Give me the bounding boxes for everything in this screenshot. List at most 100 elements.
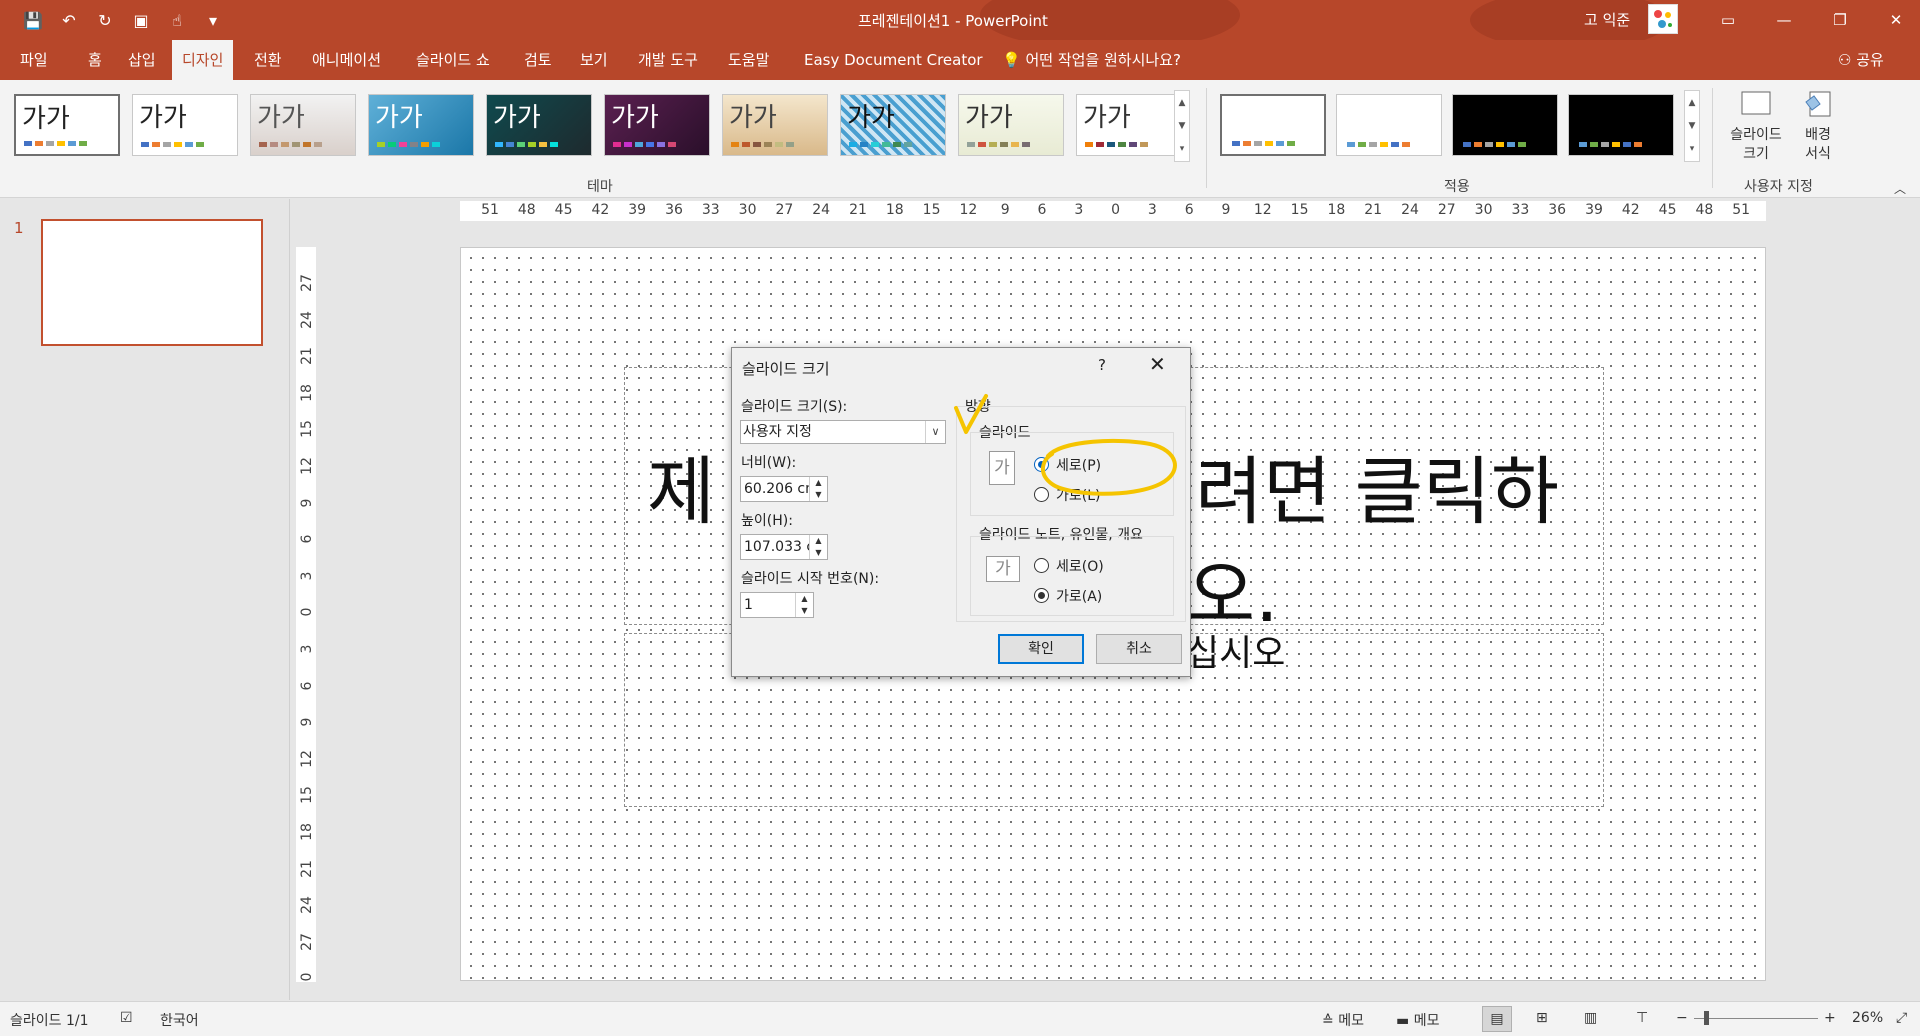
theme-color-swatches	[377, 142, 440, 147]
notes-portrait-radio-label[interactable]: 세로(O)	[1056, 556, 1104, 576]
save-icon[interactable]: 💾	[22, 9, 44, 31]
theme-color-swatches	[141, 142, 204, 147]
tab-10[interactable]: 도움말	[718, 40, 779, 80]
theme-thumbnail[interactable]: 가가	[1076, 94, 1182, 156]
cancel-button[interactable]: 취소	[1096, 634, 1182, 664]
tell-me-search[interactable]: 💡 어떤 작업을 원하시나요?	[992, 40, 1191, 80]
more-icon[interactable]: ▾	[1690, 144, 1695, 154]
theme-thumbnail[interactable]: 가가	[368, 94, 474, 156]
scroll-up-icon[interactable]: ▲	[1179, 98, 1186, 108]
slide-size-icon	[1740, 90, 1772, 120]
touch-icon[interactable]: ☝	[166, 9, 188, 31]
tab-11[interactable]: Easy Document Creator	[794, 40, 993, 80]
title-bar: 💾 ↶ ↻ ▣ ☝ ▾ 프레젠테이션1 - PowerPoint 고 익준 ▭ — ❐ ✕	[0, 0, 1920, 50]
tab-8[interactable]: 보기	[570, 40, 618, 80]
ruler-tick-label: 21	[849, 202, 867, 218]
zoom-level[interactable]: 26%	[1852, 1010, 1883, 1026]
start-number-value[interactable]: 1	[744, 593, 796, 617]
ruler-tick-label: 48	[517, 202, 536, 218]
help-button[interactable]: ?	[1098, 356, 1106, 374]
theme-thumbnail[interactable]: 가가	[486, 94, 592, 156]
restore-icon[interactable]: ❐	[1812, 0, 1868, 40]
start-number-spinner[interactable]: 1 ▲ ▼	[740, 592, 814, 618]
comments-button[interactable]: ▬ 메모	[1396, 1010, 1439, 1030]
theme-thumbnail[interactable]: 가가	[840, 94, 946, 156]
ribbon-display-icon[interactable]: ▭	[1700, 0, 1756, 40]
height-spinner[interactable]: 107.033 cm ▲▼	[740, 534, 828, 560]
tab-5[interactable]: 애니메이션	[302, 40, 391, 80]
theme-thumbnail[interactable]: 가가	[958, 94, 1064, 156]
tab-2[interactable]: 삽입	[118, 40, 166, 80]
variants-gallery-scroll[interactable]: ▲ ▼ ▾	[1684, 90, 1700, 162]
scroll-up-icon[interactable]: ▲	[1689, 98, 1696, 108]
slideshow-view-icon[interactable]: ⊤	[1636, 1010, 1648, 1026]
variant-thumbnail[interactable]	[1568, 94, 1674, 156]
spinner-arrows-icon[interactable]: ▲ ▼	[795, 593, 813, 617]
width-value[interactable]: 60.206 cm	[744, 477, 810, 501]
ruler-tick-label: 33	[1511, 202, 1530, 218]
user-name[interactable]: 고 익준	[1584, 9, 1630, 30]
theme-thumbnail[interactable]: 가가	[722, 94, 828, 156]
tab-7[interactable]: 검토	[514, 40, 562, 80]
tab-3[interactable]: 디자인	[172, 40, 234, 80]
zoom-in-icon[interactable]: +	[1824, 1010, 1836, 1026]
ruler-tick-label: 12	[299, 457, 315, 475]
present-icon[interactable]: ▣	[130, 9, 152, 31]
tab-4[interactable]: 전환	[244, 40, 292, 80]
slide-sorter-icon[interactable]: ⊞	[1536, 1010, 1548, 1026]
width-spinner[interactable]: 60.206 cm ▲▼	[740, 476, 828, 502]
scroll-down-icon[interactable]: ▼	[1689, 121, 1696, 131]
variant-thumbnail[interactable]	[1336, 94, 1442, 156]
scroll-down-icon[interactable]: ▼	[1179, 121, 1186, 131]
spelling-check-icon[interactable]: ☑	[120, 1010, 133, 1026]
slide-thumbnail[interactable]	[41, 219, 263, 346]
redo-icon[interactable]: ↻	[94, 9, 116, 31]
minimize-icon[interactable]: —	[1756, 0, 1812, 40]
normal-view-icon[interactable]: ▤	[1482, 1006, 1512, 1032]
notes-portrait-radio[interactable]	[1034, 558, 1049, 573]
language[interactable]: 한국어	[160, 1010, 199, 1030]
window-controls: ▭ — ❐ ✕	[1700, 0, 1920, 40]
height-value[interactable]: 107.033 cm	[744, 535, 810, 559]
format-background-button[interactable]: 배경 서식	[1790, 90, 1846, 164]
theme-thumbnail[interactable]: 가가	[250, 94, 356, 156]
variant-color-swatches	[1232, 141, 1295, 146]
tab-1[interactable]: 홈	[78, 40, 112, 80]
collapse-ribbon-icon[interactable]: ︿	[1894, 180, 1906, 197]
share-button[interactable]: ⚇ 공유	[1838, 40, 1884, 80]
group-divider	[1206, 88, 1207, 188]
chevron-down-icon[interactable]: ∨	[925, 421, 945, 443]
theme-thumbnail[interactable]: 가가	[132, 94, 238, 156]
tab-6[interactable]: 슬라이드 쇼	[406, 40, 500, 80]
spinner-arrows-icon[interactable]: ▲ ▼	[809, 535, 827, 559]
zoom-out-icon[interactable]: −	[1676, 1010, 1688, 1026]
ruler-tick-label: 48	[1695, 202, 1714, 218]
tab-9[interactable]: 개발 도구	[628, 40, 708, 80]
undo-icon[interactable]: ↶	[58, 9, 80, 31]
avatar[interactable]	[1648, 4, 1678, 34]
themes-gallery-scroll[interactable]: ▲ ▼ ▾	[1174, 90, 1190, 162]
dialog-close-icon[interactable]: ✕	[1149, 352, 1166, 376]
customize-icon[interactable]: ▾	[202, 9, 224, 31]
slide-size-dialog: 슬라이드 크기 ? ✕ 슬라이드 크기(S): 사용자 지정 ∨ 너비(W): …	[731, 347, 1191, 677]
more-icon[interactable]: ▾	[1180, 144, 1185, 154]
zoom-slider-thumb[interactable]	[1704, 1011, 1709, 1025]
close-icon[interactable]: ✕	[1868, 0, 1920, 40]
slide-size-button[interactable]: 슬라이드 크기	[1724, 90, 1788, 164]
slide-size-select[interactable]: 사용자 지정 ∨	[740, 420, 946, 444]
zoom-slider[interactable]	[1694, 1018, 1818, 1019]
notes-button[interactable]: ≙ 메모	[1322, 1010, 1364, 1030]
fit-slide-icon[interactable]: ⤢	[1896, 1010, 1907, 1026]
theme-thumbnail[interactable]: 가가	[604, 94, 710, 156]
ruler-tick-label: 42	[591, 202, 610, 218]
theme-thumbnail[interactable]: 가가	[14, 94, 120, 156]
tab-0[interactable]: 파일	[10, 40, 58, 80]
variant-thumbnail[interactable]	[1220, 94, 1326, 156]
start-number-label: 슬라이드 시작 번호(N):	[741, 571, 880, 587]
ok-button[interactable]: 확인	[998, 634, 1084, 664]
notes-landscape-radio[interactable]	[1034, 588, 1049, 603]
notes-landscape-radio-label[interactable]: 가로(A)	[1056, 586, 1102, 606]
spinner-arrows-icon[interactable]: ▲ ▼	[809, 477, 827, 501]
reading-view-icon[interactable]: ▥	[1584, 1010, 1597, 1026]
variant-thumbnail[interactable]	[1452, 94, 1558, 156]
